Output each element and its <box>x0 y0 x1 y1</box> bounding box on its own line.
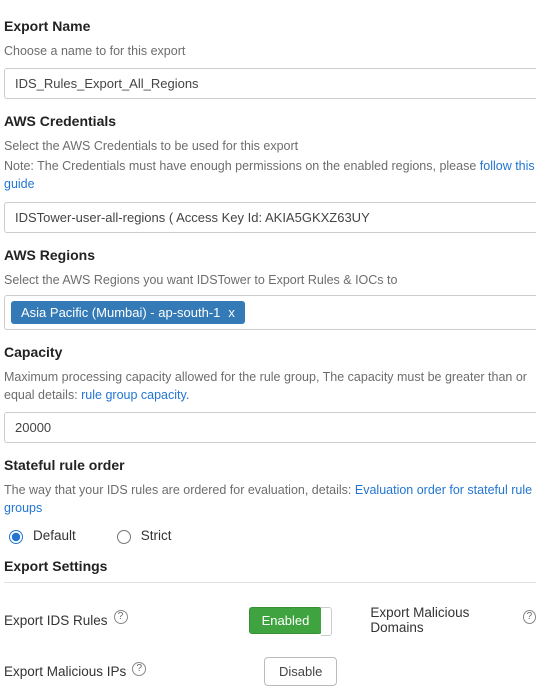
capacity-hint: Maximum processing capacity allowed for … <box>4 368 536 404</box>
help-icon[interactable]: ? <box>523 610 536 624</box>
export-malicious-domains-label: Export Malicious Domains <box>370 605 516 635</box>
aws-credentials-title: AWS Credentials <box>4 113 536 129</box>
rule-order-title: Stateful rule order <box>4 457 536 473</box>
export-ids-rules-label: Export IDS Rules <box>4 613 108 628</box>
rule-order-radio-strict-label: Strict <box>141 528 172 543</box>
rule-order-radio-default[interactable]: Default <box>4 527 76 544</box>
help-icon[interactable]: ? <box>114 610 128 624</box>
export-settings-title: Export Settings <box>4 558 536 574</box>
export-malicious-domains-label-cell: Export Malicious Domains ? <box>370 605 536 635</box>
export-malicious-ips-row: Export Malicious IPs ? Disable <box>4 657 536 686</box>
rule-group-capacity-link[interactable]: rule group capacity. <box>81 388 189 402</box>
export-malicious-ips-label: Export Malicious IPs <box>4 664 126 679</box>
rule-order-radio-strict[interactable]: Strict <box>112 527 172 544</box>
section-export-name: Export Name Choose a name to for this ex… <box>4 18 536 99</box>
section-aws-credentials: AWS Credentials Select the AWS Credentia… <box>4 113 536 232</box>
export-name-hint: Choose a name to for this export <box>4 42 536 60</box>
region-chip-remove-icon[interactable]: x <box>228 305 235 320</box>
export-name-title: Export Name <box>4 18 536 34</box>
section-capacity: Capacity Maximum processing capacity all… <box>4 344 536 443</box>
section-export-settings: Export Settings Export IDS Rules ? Enabl… <box>4 558 536 686</box>
help-icon[interactable]: ? <box>132 662 146 676</box>
rule-order-hint-prefix: The way that your IDS rules are ordered … <box>4 483 355 497</box>
region-chip: Asia Pacific (Mumbai) - ap-south-1 x <box>11 301 245 324</box>
export-ids-rules-row: Export IDS Rules ? Enabled Export Malici… <box>4 605 536 635</box>
capacity-input[interactable] <box>4 412 536 443</box>
section-aws-regions: AWS Regions Select the AWS Regions you w… <box>4 247 536 330</box>
capacity-title: Capacity <box>4 344 536 360</box>
aws-regions-title: AWS Regions <box>4 247 536 263</box>
export-ids-rules-toggle[interactable]: Enabled <box>249 607 323 634</box>
aws-credentials-hint2: Note: The Credentials must have enough p… <box>4 157 536 193</box>
region-chip-label: Asia Pacific (Mumbai) - ap-south-1 <box>21 305 220 320</box>
aws-regions-hint: Select the AWS Regions you want IDSTower… <box>4 271 536 289</box>
aws-credentials-hint2-prefix: Note: The Credentials must have enough p… <box>4 159 480 173</box>
divider <box>4 582 536 583</box>
rule-order-radio-default-label: Default <box>33 528 76 543</box>
export-name-input[interactable] <box>4 68 536 99</box>
rule-order-radio-strict-input[interactable] <box>117 530 131 544</box>
aws-credentials-hint1: Select the AWS Credentials to be used fo… <box>4 137 536 155</box>
rule-order-radios: Default Strict <box>4 527 536 544</box>
section-rule-order: Stateful rule order The way that your ID… <box>4 457 536 544</box>
export-malicious-ips-toggle[interactable]: Disable <box>264 657 337 686</box>
rule-order-radio-default-input[interactable] <box>9 530 23 544</box>
aws-credentials-input[interactable] <box>4 202 536 233</box>
rule-order-hint: The way that your IDS rules are ordered … <box>4 481 536 517</box>
export-ids-rules-label-cell: Export IDS Rules ? <box>4 613 249 628</box>
export-malicious-ips-label-cell: Export Malicious IPs ? <box>4 664 264 679</box>
aws-regions-chip-input[interactable]: Asia Pacific (Mumbai) - ap-south-1 x <box>4 295 536 330</box>
